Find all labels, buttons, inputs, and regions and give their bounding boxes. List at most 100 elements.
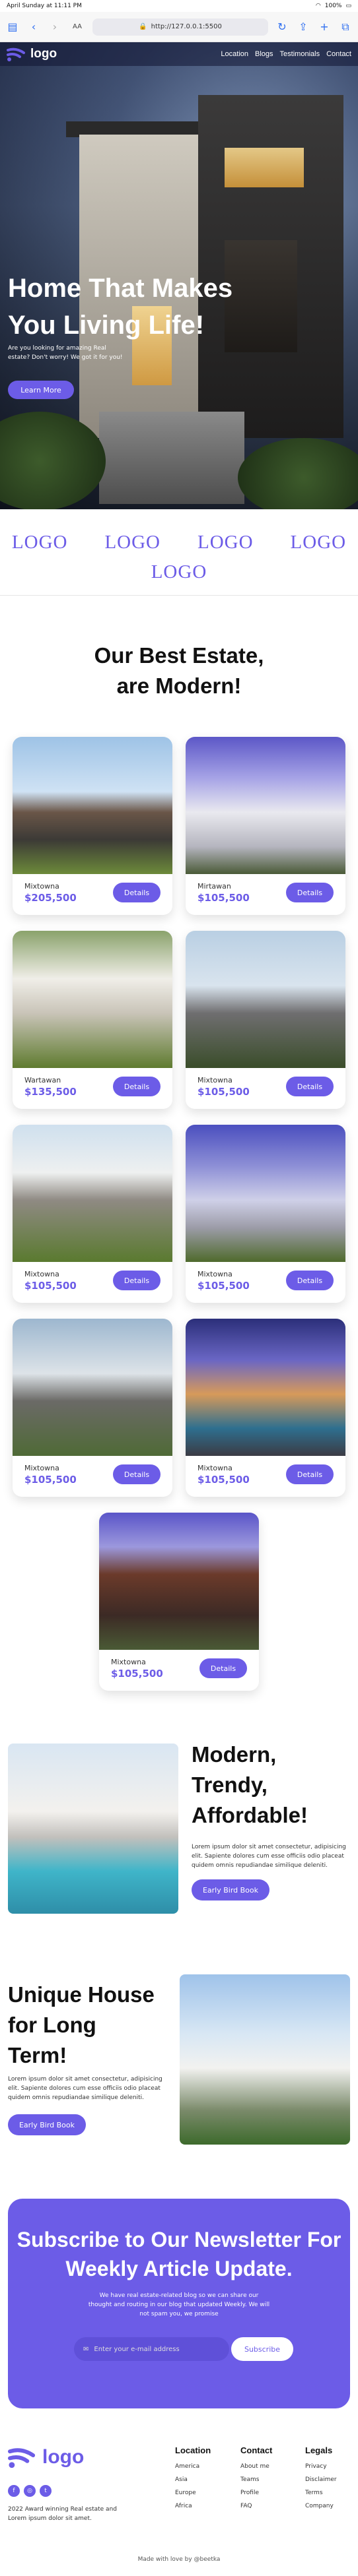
mail-icon: ✉ bbox=[83, 2345, 89, 2353]
logo-icon bbox=[7, 47, 25, 61]
footer-link[interactable]: FAQ bbox=[240, 2503, 272, 2509]
logo-icon bbox=[8, 2448, 36, 2468]
feature-unique-image bbox=[180, 1974, 350, 2145]
details-button[interactable]: Details bbox=[286, 1271, 334, 1290]
partner-logo: LOGO bbox=[104, 532, 161, 553]
nav-contact[interactable]: Contact bbox=[326, 50, 351, 58]
subscribe-button[interactable]: Subscribe bbox=[231, 2337, 293, 2361]
social-links: f ◎ t bbox=[8, 2485, 52, 2497]
facebook-icon[interactable]: f bbox=[8, 2485, 20, 2497]
estate-card: Mixtowna $105,500 Details bbox=[13, 1319, 172, 1497]
nav-testimonials[interactable]: Testimonials bbox=[280, 50, 320, 58]
status-bar: April Sunday at 11:11 PM ◠ 100% ▭ bbox=[0, 0, 358, 12]
footer-link[interactable]: About me bbox=[240, 2463, 272, 2470]
details-button[interactable]: Details bbox=[113, 883, 161, 902]
footer-link[interactable]: Terms bbox=[305, 2490, 337, 2496]
details-button[interactable]: Details bbox=[286, 1077, 334, 1096]
estate-image bbox=[99, 1513, 259, 1650]
top-nav: logo Location Blogs Testimonials Contact bbox=[0, 42, 358, 66]
card-location: Mixtowna bbox=[197, 1463, 233, 1472]
estate-image bbox=[13, 931, 172, 1068]
reader-aa-button[interactable]: AA bbox=[69, 23, 86, 30]
learn-more-button[interactable]: Learn More bbox=[8, 381, 74, 399]
details-button[interactable]: Details bbox=[113, 1077, 161, 1096]
partner-logo: LOGO bbox=[11, 532, 68, 553]
browser-toolbar: ▤ ‹ › AA 🔒 http://127.0.0.1:5500 ↻ ⇪ + ⧉ bbox=[0, 12, 358, 42]
feature-modern-title: Modern, Trendy, Affordable! bbox=[192, 1742, 308, 1827]
estate-card: Mixtowna $105,500 Details bbox=[99, 1513, 259, 1691]
address-bar[interactable]: 🔒 http://127.0.0.1:5500 bbox=[92, 18, 268, 36]
feature-unique-title: Unique House for Long Term! bbox=[8, 1982, 155, 2067]
estate-card: Mixtowna $105,500 Details bbox=[186, 1125, 345, 1303]
details-button[interactable]: Details bbox=[113, 1271, 161, 1290]
sidebar-icon[interactable]: ▤ bbox=[5, 20, 20, 34]
email-input[interactable]: ✉ Enter your e-mail address bbox=[74, 2337, 229, 2361]
card-location: Mixtowna bbox=[24, 1463, 59, 1472]
card-price: $105,500 bbox=[197, 891, 250, 904]
estate-card: Mixtowna $205,500 Details bbox=[13, 737, 172, 915]
site-logo[interactable]: logo bbox=[7, 46, 57, 62]
tabs-icon[interactable]: ⧉ bbox=[338, 20, 353, 34]
new-tab-icon[interactable]: + bbox=[317, 20, 332, 34]
nav-blogs[interactable]: Blogs bbox=[255, 50, 273, 58]
card-location: Mixtowna bbox=[111, 1657, 146, 1666]
details-button[interactable]: Details bbox=[286, 1464, 334, 1484]
footer-link[interactable]: Company bbox=[305, 2503, 337, 2509]
wifi-icon: ◠ bbox=[315, 3, 321, 9]
estate-section-title: Our Best Estate, are Modern! bbox=[94, 643, 264, 698]
estate-image bbox=[186, 1125, 345, 1262]
footer-link[interactable]: Europe bbox=[175, 2490, 211, 2496]
card-location: Mixtowna bbox=[24, 881, 59, 891]
details-button[interactable]: Details bbox=[113, 1464, 161, 1484]
footer-col-title: Location bbox=[175, 2445, 211, 2455]
estate-card: Mixtowna $105,500 Details bbox=[13, 1125, 172, 1303]
footer-description: 2022 Award winning Real estate and Lorem… bbox=[8, 2506, 117, 2522]
estate-image bbox=[13, 1125, 172, 1262]
footer-link[interactable]: Asia bbox=[175, 2476, 211, 2483]
card-price: $135,500 bbox=[24, 1085, 77, 1098]
estate-image bbox=[186, 1319, 345, 1456]
instagram-icon[interactable]: ◎ bbox=[24, 2485, 36, 2497]
card-price: $105,500 bbox=[197, 1473, 250, 1486]
estate-image bbox=[186, 737, 345, 874]
nav-links: Location Blogs Testimonials Contact bbox=[221, 50, 351, 58]
refresh-icon[interactable]: ↻ bbox=[275, 20, 289, 34]
card-location: Mirtawan bbox=[197, 881, 231, 891]
hero-section: logo Location Blogs Testimonials Contact… bbox=[0, 42, 358, 509]
newsletter-text: We have real estate-related blog so we c… bbox=[88, 2292, 270, 2317]
estate-image bbox=[186, 931, 345, 1068]
hero-title: Home That Makes You Living Life! bbox=[8, 273, 233, 340]
early-bird-book-button[interactable]: Early Bird Book bbox=[192, 1879, 269, 1901]
footer-link[interactable]: Privacy bbox=[305, 2463, 337, 2470]
battery-icon: ▭ bbox=[345, 3, 351, 9]
hero-subtitle: Are you looking for amazing Real estate?… bbox=[8, 345, 123, 361]
partner-logo: LOGO bbox=[290, 532, 347, 553]
footer-link[interactable]: Teams bbox=[240, 2476, 272, 2483]
footer-logo[interactable]: logo bbox=[8, 2445, 84, 2469]
feature-unique-section: Unique House for Long Term! Lorem ipsum … bbox=[0, 1974, 358, 2172]
estate-card: Mixtowna $105,500 Details bbox=[186, 1319, 345, 1497]
footer-link[interactable]: Profile bbox=[240, 2490, 272, 2496]
footer-col-legals: Legals Privacy Disclaimer Terms Company bbox=[305, 2445, 337, 2516]
footer-link[interactable]: Disclaimer bbox=[305, 2476, 337, 2483]
forward-arrow-icon[interactable]: › bbox=[48, 20, 62, 34]
nav-location[interactable]: Location bbox=[221, 50, 248, 58]
estate-card: Wartawan $135,500 Details bbox=[13, 931, 172, 1109]
logo-text: logo bbox=[30, 47, 57, 61]
early-bird-book-button[interactable]: Early Bird Book bbox=[8, 2114, 86, 2135]
twitter-icon[interactable]: t bbox=[40, 2485, 52, 2497]
footer-link[interactable]: America bbox=[175, 2463, 211, 2470]
card-price: $105,500 bbox=[24, 1473, 77, 1486]
footer-link[interactable]: Africa bbox=[175, 2503, 211, 2509]
details-button[interactable]: Details bbox=[199, 1658, 247, 1678]
details-button[interactable]: Details bbox=[286, 883, 334, 902]
share-icon[interactable]: ⇪ bbox=[296, 20, 310, 34]
card-price: $105,500 bbox=[111, 1667, 163, 1680]
card-location: Mixtowna bbox=[197, 1075, 233, 1084]
card-price: $105,500 bbox=[197, 1279, 250, 1292]
card-price: $105,500 bbox=[24, 1279, 77, 1292]
back-arrow-icon[interactable]: ‹ bbox=[26, 20, 41, 34]
estate-card: Mixtowna $105,500 Details bbox=[186, 931, 345, 1109]
feature-modern-text: Lorem ipsum dolor sit amet consectetur, … bbox=[192, 1844, 346, 1869]
partner-logo: LOGO bbox=[151, 561, 207, 582]
